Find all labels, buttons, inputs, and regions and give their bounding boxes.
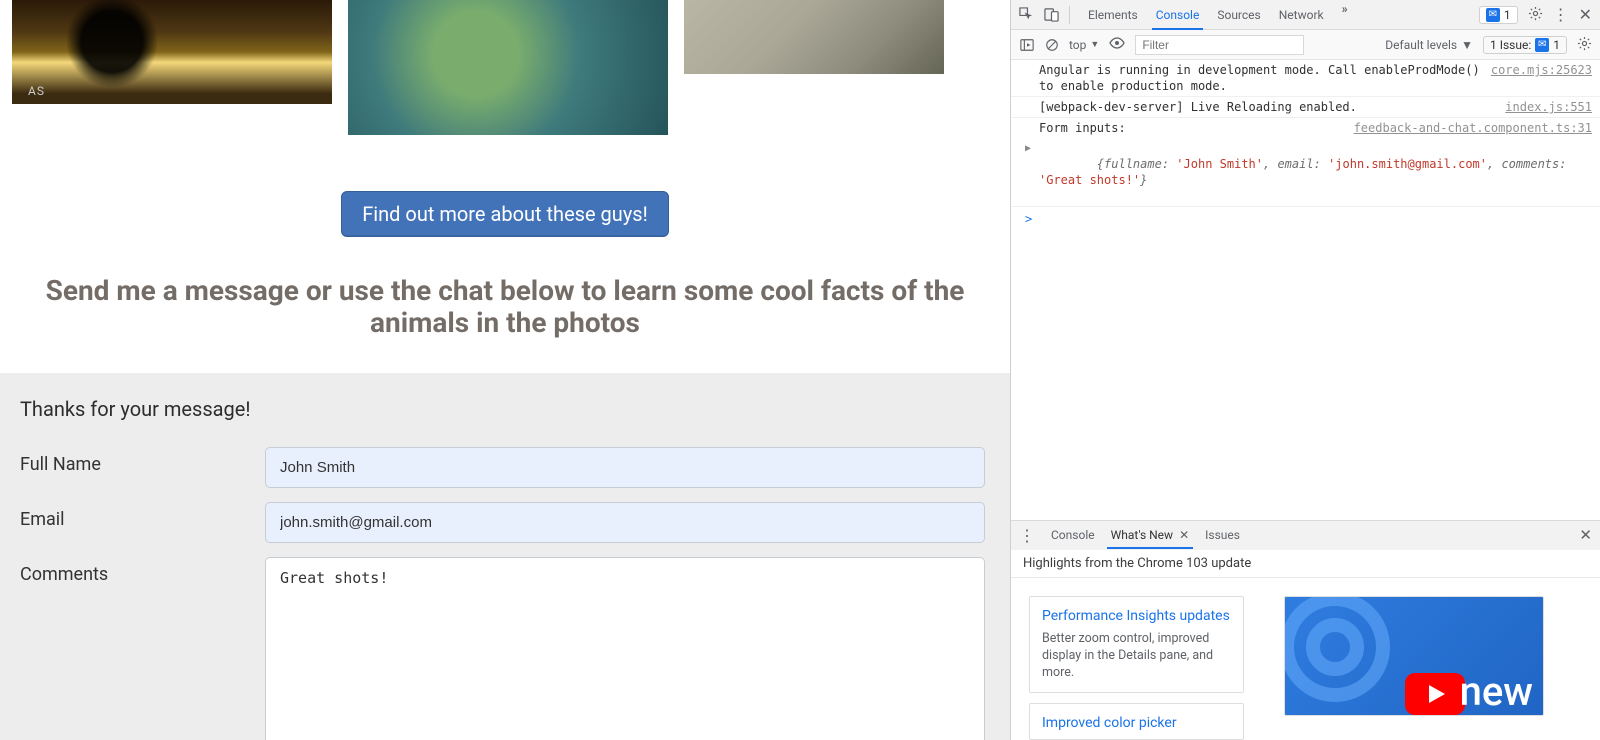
toolbar-right: ✉ 1 ⋮ ✕ — [1479, 5, 1592, 24]
comments-row: Comments Great shots! — [20, 557, 990, 740]
devtools-toolbar: Elements Console Sources Network » ✉ 1 ⋮… — [1011, 0, 1600, 30]
drawer-tab-issues[interactable]: Issues — [1205, 522, 1240, 548]
tab-elements[interactable]: Elements — [1088, 2, 1138, 28]
log-message: Form inputs: — [1039, 120, 1346, 136]
email-row: Email — [20, 502, 990, 543]
comments-label: Comments — [20, 557, 265, 585]
log-message: [webpack-dev-server] Live Reloading enab… — [1039, 99, 1497, 115]
photo-row: AS — [0, 0, 1010, 135]
drawer-tab-label: What's New — [1111, 528, 1173, 542]
settings-icon[interactable] — [1528, 6, 1543, 24]
context-value: top — [1069, 38, 1086, 52]
feedback-form: Thanks for your message! Full Name Email… — [0, 373, 1010, 740]
log-entry: [webpack-dev-server] Live Reloading enab… — [1011, 97, 1600, 118]
drawer-tab-console[interactable]: Console — [1051, 522, 1095, 548]
thanks-message: Thanks for your message! — [20, 397, 990, 421]
clear-console-icon[interactable] — [1044, 37, 1059, 52]
tab-network[interactable]: Network — [1279, 2, 1324, 28]
fullname-label: Full Name — [20, 447, 265, 475]
devtools-tabs: Elements Console Sources Network » — [1088, 2, 1469, 28]
prompt-icon: > — [1025, 212, 1032, 226]
log-source-link[interactable]: index.js:551 — [1497, 99, 1592, 115]
email-input[interactable] — [265, 502, 985, 543]
lead-heading: Send me a message or use the chat below … — [0, 275, 1010, 339]
app-page: AS Find out more about these guys! Send … — [0, 0, 1010, 740]
sidebar-toggle-icon[interactable] — [1019, 37, 1034, 52]
whats-new-card: Improved color picker — [1029, 703, 1244, 740]
filter-input[interactable] — [1135, 35, 1304, 55]
find-out-more-button[interactable]: Find out more about these guys! — [341, 191, 669, 237]
email-label: Email — [20, 502, 265, 530]
log-entry: Angular is running in development mode. … — [1011, 60, 1600, 97]
whats-new-cards: Performance Insights updates Better zoom… — [1011, 578, 1600, 740]
chevron-down-icon: ▼ — [1461, 38, 1473, 52]
devtools-close-icon[interactable]: ✕ — [1579, 5, 1592, 24]
drawer-close-icon[interactable]: ✕ — [1579, 526, 1592, 544]
whats-new-card: Performance Insights updates Better zoom… — [1029, 596, 1244, 694]
cta-wrap: Find out more about these guys! — [0, 191, 1010, 237]
console-prompt[interactable]: > — [1011, 207, 1600, 231]
log-entry: Form inputs: feedback-and-chat.component… — [1011, 118, 1600, 138]
divider — [1069, 6, 1070, 24]
whats-new-video-thumb[interactable]: new — [1284, 596, 1544, 716]
expand-toggle-icon[interactable]: ▶ — [1025, 141, 1031, 157]
tab-sources[interactable]: Sources — [1217, 2, 1260, 28]
card-title-link[interactable]: Improved color picker — [1042, 714, 1231, 733]
photo-1-signature: AS — [28, 84, 45, 98]
errors-count: 1 — [1504, 8, 1511, 22]
tabs-overflow-icon[interactable]: » — [1342, 2, 1348, 28]
photo-3 — [684, 0, 944, 74]
message-icon: ✉ — [1486, 8, 1500, 22]
comments-textarea[interactable]: Great shots! — [265, 557, 985, 740]
levels-dropdown[interactable]: Default levels ▼ — [1385, 38, 1473, 52]
photo-2 — [348, 0, 668, 135]
message-icon: ✉ — [1535, 38, 1549, 52]
levels-label: Default levels — [1385, 38, 1457, 52]
fullname-input[interactable] — [265, 447, 985, 488]
live-expression-icon[interactable] — [1109, 36, 1125, 53]
drawer-more-icon[interactable]: ⋮ — [1019, 526, 1035, 545]
tab-console[interactable]: Console — [1156, 2, 1200, 28]
cards-column: Performance Insights updates Better zoom… — [1029, 596, 1244, 740]
device-toggle-icon[interactable] — [1044, 7, 1059, 22]
console-log: Angular is running in development mode. … — [1011, 60, 1600, 231]
context-dropdown[interactable]: top ▼ — [1069, 38, 1099, 52]
issues-label: 1 Issue: — [1490, 38, 1531, 52]
card-body: Better zoom control, improved display in… — [1042, 631, 1231, 682]
console-toolbar: top ▼ Default levels ▼ 1 Issue: ✉ 1 — [1011, 30, 1600, 60]
log-message: Angular is running in development mode. … — [1039, 62, 1483, 94]
drawer-tab-whatsnew[interactable]: What's New ✕ — [1111, 522, 1190, 548]
thumb-text: new — [1460, 668, 1533, 715]
errors-chip[interactable]: ✉ 1 — [1479, 6, 1518, 24]
close-tab-icon[interactable]: ✕ — [1179, 528, 1189, 542]
spacer — [1011, 231, 1600, 520]
card-title-link[interactable]: Performance Insights updates — [1042, 607, 1231, 626]
log-object-dump: {fullname: 'John Smith', email: 'john.sm… — [1039, 140, 1592, 204]
devtools-panel: Elements Console Sources Network » ✉ 1 ⋮… — [1010, 0, 1600, 740]
log-source-link[interactable]: feedback-and-chat.component.ts:31 — [1346, 120, 1592, 136]
inspect-icon[interactable] — [1019, 7, 1034, 22]
log-source-link[interactable]: core.mjs:25623 — [1483, 62, 1592, 94]
issues-count: 1 — [1553, 38, 1560, 52]
drawer-subtitle: Highlights from the Chrome 103 update — [1011, 550, 1600, 578]
photo-1: AS — [12, 0, 332, 104]
more-icon[interactable]: ⋮ — [1553, 5, 1569, 24]
drawer-tabs: ⋮ Console What's New ✕ Issues ✕ — [1011, 520, 1600, 550]
fullname-row: Full Name — [20, 447, 990, 488]
log-entry-object: ▶ {fullname: 'John Smith', email: 'john.… — [1011, 138, 1600, 207]
chevron-down-icon: ▼ — [1090, 39, 1099, 50]
issues-chip[interactable]: 1 Issue: ✉ 1 — [1483, 36, 1567, 54]
console-settings-icon[interactable] — [1577, 36, 1592, 54]
